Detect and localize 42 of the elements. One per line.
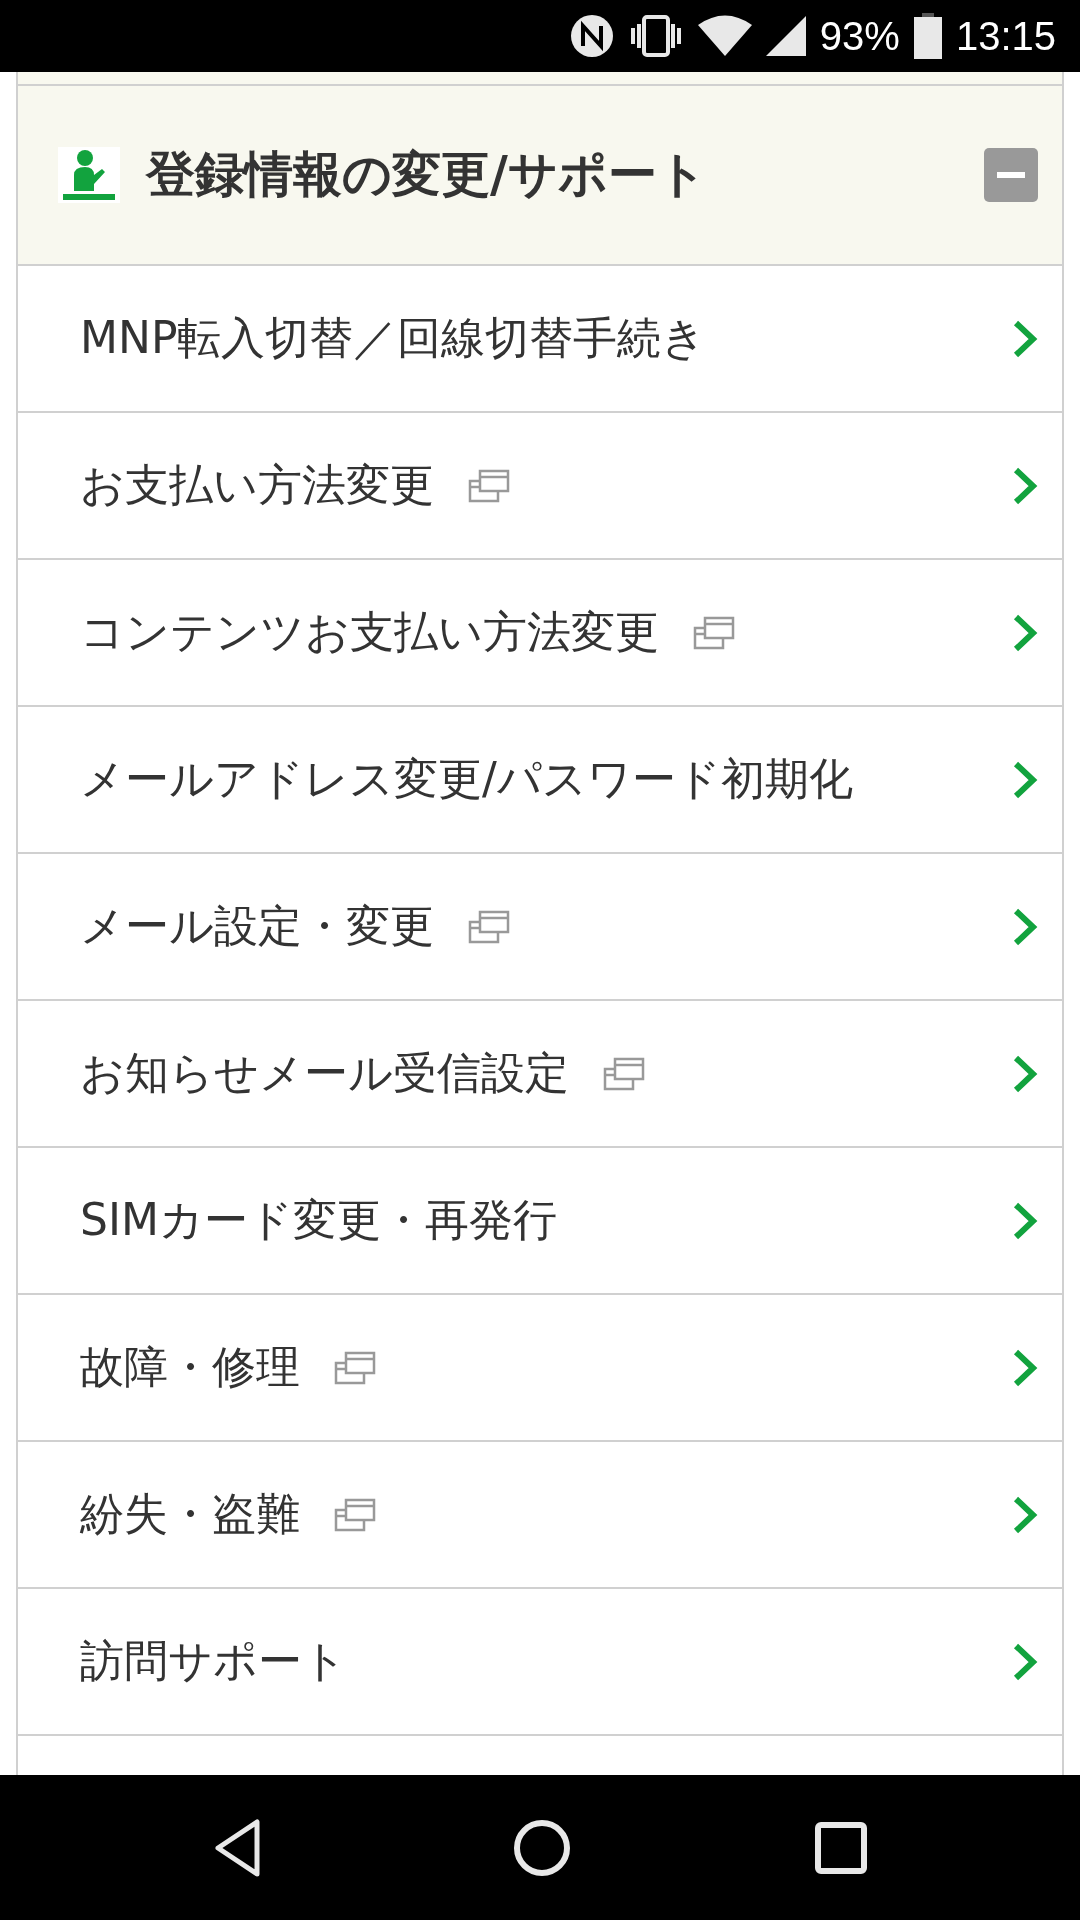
menu-item[interactable]: MNP転入切替／回線切替手続き — [16, 266, 1064, 413]
chevron-right-icon — [1012, 465, 1038, 506]
collapse-button[interactable] — [984, 148, 1038, 202]
person-at-desk-icon — [58, 147, 120, 203]
chevron-right-icon — [1012, 759, 1038, 800]
home-icon[interactable] — [513, 1818, 571, 1877]
chevron-right-icon — [1012, 1053, 1038, 1094]
chevron-right-icon — [1012, 906, 1038, 947]
menu-item[interactable]: メールアドレス変更/パスワード初期化 — [16, 707, 1064, 854]
menu-item-label: 紛失・盗難 — [80, 1487, 300, 1541]
menu-item[interactable]: お知らせメール受信設定 — [16, 1001, 1064, 1148]
menu-item-label: MNP転入切替／回線切替手続き — [80, 311, 707, 365]
menu-item-label: お知らせメール受信設定 — [80, 1046, 569, 1100]
menu-item[interactable]: 訪問サポート — [16, 1589, 1064, 1736]
chevron-right-icon — [1012, 318, 1038, 359]
menu-item[interactable]: 故障・修理 — [16, 1295, 1064, 1442]
menu-item-label: SIMカード変更・再発行 — [80, 1193, 557, 1247]
menu-item-label: メール設定・変更 — [80, 899, 434, 953]
menu-item[interactable]: コンテンツお支払い方法変更 — [16, 560, 1064, 707]
menu-item-label: お支払い方法変更 — [80, 458, 434, 512]
menu-item[interactable]: SIMカード変更・再発行 — [16, 1148, 1064, 1295]
wifi-icon — [697, 14, 752, 58]
menu-item-label: 故障・修理 — [80, 1340, 300, 1394]
chevron-right-icon — [1012, 1200, 1038, 1241]
signal-icon — [765, 16, 806, 56]
clock: 13:15 — [955, 13, 1056, 59]
menu-item-label: 訪問サポート — [80, 1634, 347, 1688]
nfc-icon — [569, 14, 614, 58]
menu-item[interactable]: メール設定・変更 — [16, 854, 1064, 1001]
menu-item-label: コンテンツお支払い方法変更 — [80, 605, 659, 659]
menu-item[interactable]: お支払い方法変更 — [16, 413, 1064, 560]
chevron-right-icon — [1012, 1347, 1038, 1388]
menu-item-label: メールアドレス変更/パスワード初期化 — [80, 752, 853, 806]
minus-icon — [997, 172, 1025, 178]
recents-icon[interactable] — [815, 1821, 867, 1874]
menu-item[interactable]: 紛失・盗難 — [16, 1442, 1064, 1589]
battery-icon — [913, 13, 942, 59]
battery-percentage: 93% — [819, 13, 900, 59]
chevron-right-icon — [1012, 1641, 1038, 1682]
chevron-right-icon — [1012, 1494, 1038, 1535]
chevron-right-icon — [1012, 612, 1038, 653]
section-title: 登録情報の変更/サポート — [146, 145, 708, 205]
